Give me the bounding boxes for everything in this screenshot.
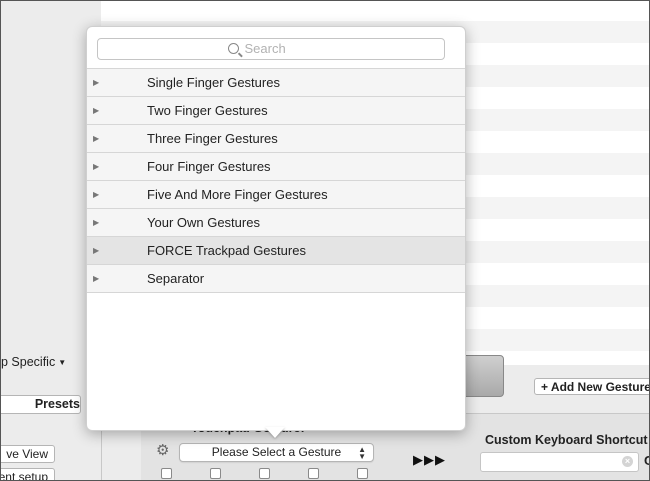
group-row-five-finger[interactable]: ▶ Five And More Finger Gestures xyxy=(87,180,465,208)
app-window: p Specific ▼ Presets ve View ent setup + … xyxy=(0,0,650,481)
group-row-two-finger[interactable]: ▶ Two Finger Gestures xyxy=(87,96,465,124)
search-icon xyxy=(227,43,239,54)
group-row-three-finger[interactable]: ▶ Three Finger Gestures xyxy=(87,124,465,152)
modifier-checkbox[interactable] xyxy=(161,468,172,479)
modifier-checkbox[interactable] xyxy=(259,468,270,479)
disclosure-triangle-icon[interactable]: ▶ xyxy=(93,237,99,264)
group-label: Your Own Gestures xyxy=(147,215,260,230)
clipped-label: C xyxy=(644,453,649,468)
disclosure-triangle-icon[interactable]: ▶ xyxy=(93,265,99,292)
setup-button-label: ent setup xyxy=(0,470,48,481)
app-specific-dropdown[interactable]: p Specific ▼ xyxy=(1,355,66,369)
group-label: Single Finger Gestures xyxy=(147,75,280,90)
arrow-icon: ▶▶▶ xyxy=(413,452,446,467)
modifier-checkbox[interactable] xyxy=(210,468,221,479)
disclosure-triangle-icon[interactable]: ▶ xyxy=(93,153,99,180)
gesture-group-list: ▶ Single Finger Gestures ▶ Two Finger Ge… xyxy=(87,68,465,293)
view-button-label: ve View xyxy=(6,447,48,461)
popover-arrow xyxy=(265,427,285,438)
chevron-updown-icon: ▲ ▼ xyxy=(358,445,366,461)
gesture-picker-popover: ▶ Single Finger Gestures ▶ Two Finger Ge… xyxy=(86,26,466,431)
group-row-force-trackpad[interactable]: ▶ FORCE Trackpad Gestures xyxy=(87,236,465,264)
group-row-your-own[interactable]: ▶ Your Own Gestures xyxy=(87,208,465,236)
add-new-gesture-button[interactable]: + Add New Gesture xyxy=(534,378,649,395)
gesture-select[interactable]: Please Select a Gesture ▲ ▼ xyxy=(179,443,374,462)
shortcut-input[interactable]: × xyxy=(480,452,639,472)
disclosure-triangle-icon[interactable]: ▶ xyxy=(93,209,99,236)
disclosure-triangle-icon[interactable]: ▶ xyxy=(93,125,99,152)
group-label: Separator xyxy=(147,271,205,286)
search-field[interactable] xyxy=(97,38,445,60)
gesture-select-value: Please Select a Gesture xyxy=(211,445,342,459)
group-label: Two Finger Gestures xyxy=(147,103,268,118)
custom-shortcut-label: Custom Keyboard Shortcut xyxy=(485,433,648,447)
disclosure-triangle-icon[interactable]: ▶ xyxy=(93,69,99,96)
group-row-separator[interactable]: ▶ Separator xyxy=(87,264,465,293)
clear-icon[interactable]: × xyxy=(622,456,633,467)
group-label: Five And More Finger Gestures xyxy=(147,187,328,202)
app-specific-label: p Specific xyxy=(1,355,56,369)
view-button[interactable]: ve View xyxy=(1,445,55,463)
group-row-four-finger[interactable]: ▶ Four Finger Gestures xyxy=(87,152,465,180)
setup-button[interactable]: ent setup xyxy=(0,468,55,481)
group-row-single-finger[interactable]: ▶ Single Finger Gestures xyxy=(87,68,465,96)
modifier-checkbox[interactable] xyxy=(357,468,368,479)
disclosure-triangle-icon[interactable]: ▶ xyxy=(93,181,99,208)
group-label: Three Finger Gestures xyxy=(147,131,278,146)
chevron-down-icon: ▼ xyxy=(58,358,67,368)
disclosure-triangle-icon[interactable]: ▶ xyxy=(93,97,99,124)
group-label: Four Finger Gestures xyxy=(147,159,271,174)
group-label: FORCE Trackpad Gestures xyxy=(147,243,306,258)
presets-label: Presets xyxy=(34,397,80,411)
search-input[interactable] xyxy=(244,41,315,56)
modifier-checkbox[interactable] xyxy=(308,468,319,479)
gear-icon[interactable]: ⚙ xyxy=(156,442,169,460)
presets-button[interactable]: Presets xyxy=(1,395,81,414)
